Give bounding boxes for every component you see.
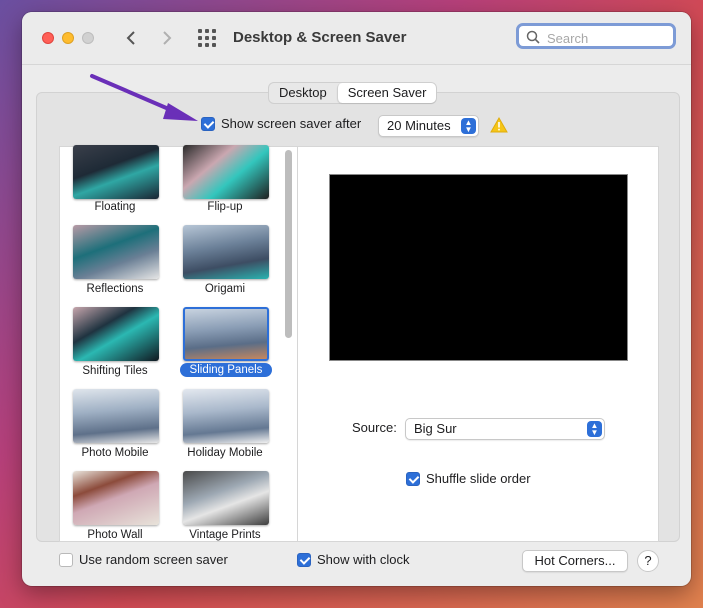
annotation-arrow-icon [90, 74, 198, 121]
